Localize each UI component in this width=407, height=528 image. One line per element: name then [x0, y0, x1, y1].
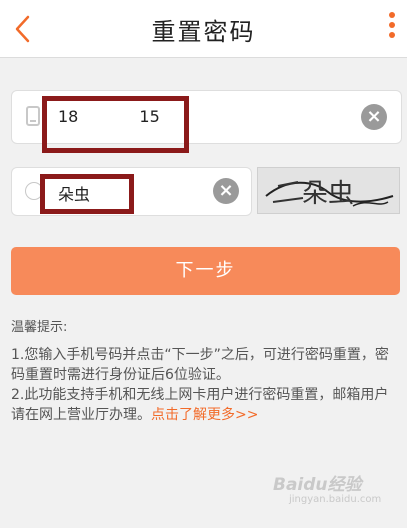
clear-phone-button[interactable]: × [361, 104, 387, 130]
watermark-logo: Baidu经验 [273, 475, 362, 495]
redaction-box [42, 96, 189, 153]
more-options-icon[interactable] [387, 12, 397, 44]
header-bar: 重置密码 [0, 0, 407, 58]
tips-text: 1.您输入手机号码并点击“下一步”之后，可进行密码重置，密码重置时需进行身份证后… [11, 345, 401, 425]
baidu-jingyan-watermark: Baidu经验 jingyan.baidu.com [273, 466, 393, 510]
learn-more-link[interactable]: 点击了解更多>> [151, 407, 258, 423]
phone-icon [26, 106, 40, 126]
tip-line-1: 1.您输入手机号码并点击“下一步”之后，可进行密码重置，密码重置时需进行身份证后… [11, 347, 389, 383]
watermark-url: jingyan.baidu.com [289, 494, 382, 505]
captcha-image-text: 朵虫 [302, 179, 354, 209]
clear-captcha-button[interactable]: × [213, 178, 239, 204]
page-title: 重置密码 [151, 18, 256, 46]
tip-line-2: 2.此功能支持手机和无线上网卡用户进行密码重置，邮箱用户请在网上营业厅办理。点击… [11, 387, 389, 423]
redaction-box [40, 174, 134, 214]
tips-title: 温馨提示: [11, 320, 68, 335]
next-step-button[interactable]: 下一步 [11, 247, 400, 295]
captcha-image[interactable]: 朵虫 [257, 167, 400, 214]
